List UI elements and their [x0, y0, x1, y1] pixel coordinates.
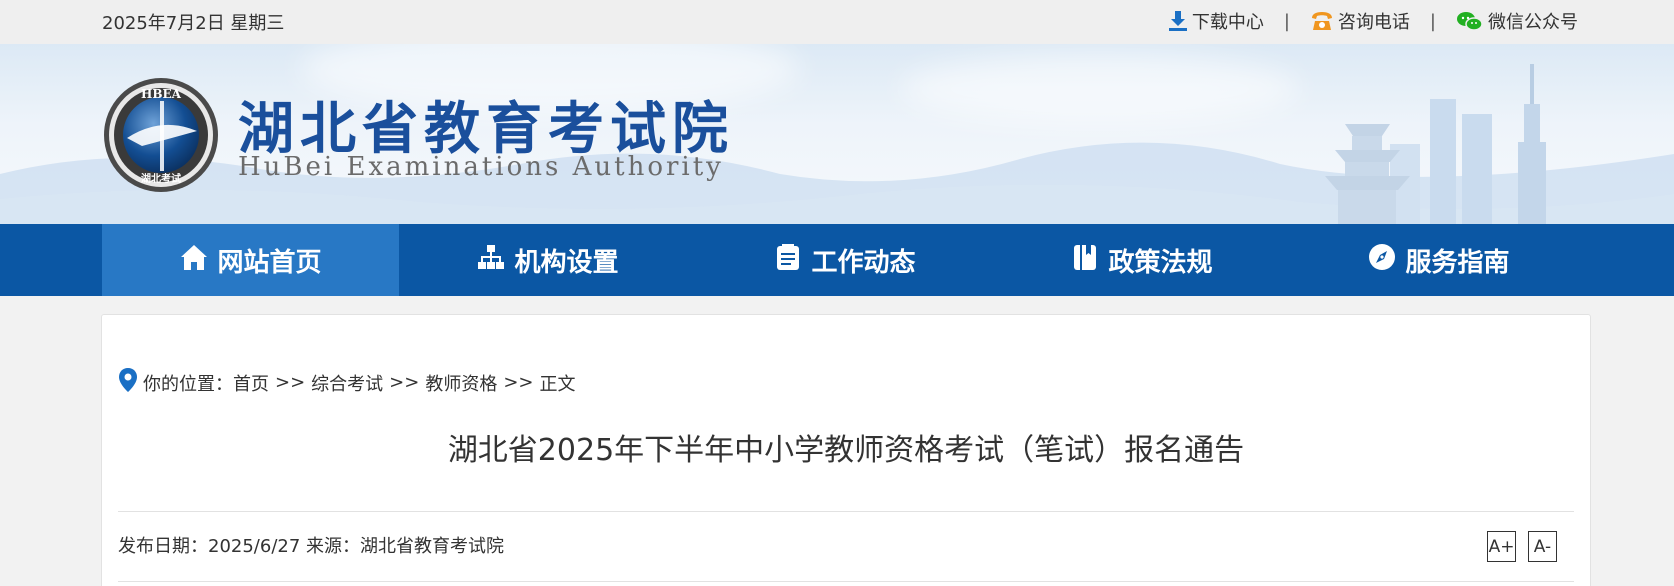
compass-icon [1367, 242, 1397, 279]
breadcrumb-current: 正文 [539, 373, 576, 395]
wechat-link[interactable]: 微信公众号 [1456, 8, 1578, 34]
hotline-link[interactable]: 咨询电话 [1310, 8, 1410, 34]
nav-item-home[interactable]: 网站首页 [102, 224, 399, 296]
hotline-label: 咨询电话 [1337, 12, 1410, 33]
hbea-seal-logo[interactable]: HBEA 湖北考试 [102, 76, 220, 194]
document-icon [773, 242, 803, 279]
top-bar: 2025年7月2日 星期三 下载中心 | 咨询电话 | 微信公众号 [0, 0, 1674, 44]
breadcrumb-separator: >> [389, 372, 420, 393]
home-icon [179, 242, 209, 279]
divider [118, 511, 1574, 512]
article-card: 你的位置： 首页 >> 综合考试 >> 教师资格 >> 正文 湖北省2025年下… [101, 314, 1591, 586]
location-pin-icon [118, 367, 138, 398]
download-center-link[interactable]: 下载中心 [1168, 8, 1264, 34]
seal-bottom-text: 湖北考试 [141, 172, 181, 185]
nav-item-work-news[interactable]: 工作动态 [696, 224, 993, 296]
nav-item-policy[interactable]: 政策法规 [993, 224, 1290, 296]
nav-label: 机构设置 [514, 247, 619, 278]
breadcrumb-home[interactable]: 首页 [233, 370, 269, 396]
org-chart-icon [476, 242, 506, 279]
current-date: 2025年7月2日 星期三 [102, 13, 285, 34]
breadcrumb-comprehensive-exam[interactable]: 综合考试 [311, 370, 383, 396]
breadcrumb-separator: >> [503, 372, 534, 393]
breadcrumb-teacher-qualification[interactable]: 教师资格 [425, 370, 497, 396]
nav-item-service-guide[interactable]: 服务指南 [1290, 224, 1587, 296]
breadcrumb: 你的位置： 首页 >> 综合考试 >> 教师资格 >> 正文 [118, 367, 576, 398]
header-banner: HBEA 湖北考试 湖北省教育考试院 HuBei Examinations Au… [0, 44, 1674, 224]
wechat-icon [1456, 10, 1484, 32]
download-icon [1168, 10, 1188, 32]
breadcrumb-prefix: 你的位置： [143, 373, 233, 395]
book-icon [1070, 242, 1100, 279]
phone-icon [1310, 10, 1334, 32]
separator: | [1429, 10, 1436, 32]
separator: | [1283, 10, 1290, 32]
nav-label: 网站首页 [217, 247, 322, 278]
main-nav: 网站首页 机构设置 工作动态 政策法规 服务指南 [0, 224, 1674, 296]
article-title: 湖北省2025年下半年中小学教师资格考试（笔试）报名通告 [447, 433, 1245, 468]
download-center-label: 下载中心 [1191, 12, 1264, 33]
font-size-controls: A+ A- [1487, 531, 1557, 562]
article-meta: 发布日期：2025/6/27 来源：湖北省教育考试院 [118, 536, 505, 557]
nav-label: 政策法规 [1108, 247, 1213, 278]
site-title-en: HuBei Examinations Authority [238, 152, 724, 182]
seal-top-text: HBEA [141, 87, 182, 101]
font-increase-button[interactable]: A+ [1487, 531, 1516, 562]
wechat-label: 微信公众号 [1488, 12, 1578, 33]
top-links: 下载中心 | 咨询电话 | 微信公众号 [1168, 8, 1578, 34]
breadcrumb-separator: >> [275, 372, 306, 393]
divider [118, 581, 1574, 582]
nav-label: 工作动态 [811, 247, 916, 278]
nav-label: 服务指南 [1405, 247, 1510, 278]
font-decrease-button[interactable]: A- [1528, 531, 1557, 562]
nav-item-organization[interactable]: 机构设置 [399, 224, 696, 296]
